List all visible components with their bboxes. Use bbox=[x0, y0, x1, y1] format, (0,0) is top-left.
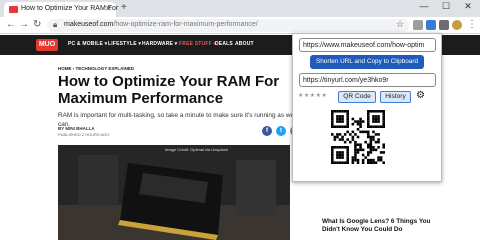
tab-close-icon[interactable]: ✕ bbox=[105, 4, 112, 13]
address-bar[interactable]: 🔒︎ makeuseof.com/how-optimize-ram-for-ma… bbox=[47, 19, 409, 32]
nav-hardware[interactable]: HARDWARE ▾ bbox=[142, 41, 177, 47]
qr-code-button[interactable]: QR Code bbox=[338, 91, 376, 103]
facebook-share-icon[interactable]: f bbox=[262, 126, 272, 136]
related-article-link[interactable]: What Is Google Lens? 6 Things You Didn't… bbox=[322, 218, 432, 234]
avatar[interactable] bbox=[452, 20, 462, 30]
lock-icon: 🔒︎ bbox=[53, 20, 58, 29]
tab-title: How to Optimize Your RAM For bbox=[21, 5, 119, 12]
gear-icon[interactable]: ⚙ bbox=[416, 90, 425, 101]
extension-icon[interactable] bbox=[413, 20, 423, 30]
nav-about[interactable]: ABOUT bbox=[235, 41, 254, 47]
twitter-share-icon[interactable]: t bbox=[276, 126, 286, 136]
new-tab-button[interactable]: + bbox=[121, 2, 127, 13]
nav-free-stuff[interactable]: FREE STUFF ▾ bbox=[179, 41, 216, 47]
history-button[interactable]: History bbox=[380, 91, 411, 103]
reload-icon[interactable]: ↻ bbox=[33, 19, 41, 30]
rating-stars[interactable]: ★★★★★ bbox=[298, 92, 327, 99]
hero-image bbox=[58, 145, 290, 240]
window-close-button[interactable]: ✕ bbox=[460, 1, 476, 12]
breadcrumb[interactable]: HOME › TECHNOLOGY EXPLAINED bbox=[58, 66, 134, 71]
shorten-copy-button[interactable]: Shorten URL and Copy to Clipboard bbox=[310, 55, 424, 69]
browser-toolbar: ← → ↻ 🔒︎ makeuseof.com/how-optimize-ram-… bbox=[0, 17, 480, 34]
site-logo[interactable]: MUO bbox=[36, 39, 58, 51]
long-url-field[interactable]: https://www.makeuseof.com/how-optim bbox=[299, 38, 436, 52]
bookmark-star-icon[interactable]: ☆ bbox=[396, 19, 404, 30]
qr-code bbox=[331, 110, 385, 164]
article-headline: How to Optimize Your RAM For Maximum Per… bbox=[58, 73, 280, 107]
nav-deals[interactable]: DEALS bbox=[215, 41, 233, 47]
nav-lifestyle[interactable]: LIFESTYLE ▾ bbox=[108, 41, 141, 47]
forward-arrow-icon[interactable]: → bbox=[19, 19, 29, 30]
url-text: makeuseof.com/how-optimize-ram-for-maxim… bbox=[64, 21, 258, 28]
site-favicon-icon bbox=[9, 6, 18, 13]
browser-tab[interactable]: How to Optimize Your RAM For ✕ bbox=[4, 2, 119, 17]
ram-module-illustration bbox=[58, 145, 290, 240]
publish-time: PUBLISHED 2 HOURS AGO bbox=[58, 132, 110, 137]
puzzle-icon[interactable] bbox=[439, 20, 449, 30]
back-arrow-icon[interactable]: ← bbox=[6, 19, 16, 30]
tab-strip: How to Optimize Your RAM For ✕ + — ☐ ✕ bbox=[0, 0, 480, 17]
url-shortener-extension-icon[interactable] bbox=[426, 20, 436, 30]
maximize-button[interactable]: ☐ bbox=[438, 1, 454, 12]
url-shortener-popup: https://www.makeuseof.com/how-optim Shor… bbox=[292, 33, 442, 182]
minimize-button[interactable]: — bbox=[416, 1, 432, 11]
short-url-field[interactable]: https://tinyurl.com/ye3hko9r bbox=[299, 73, 436, 87]
author-byline[interactable]: BY MINI BHALLA bbox=[58, 126, 95, 131]
nav-pc-mobile[interactable]: PC & MOBILE ▾ bbox=[68, 41, 107, 47]
menu-dots-icon[interactable]: ⋮ bbox=[467, 19, 477, 30]
hero-caption: Image Credit: Optimal via Unsplash bbox=[165, 147, 228, 152]
